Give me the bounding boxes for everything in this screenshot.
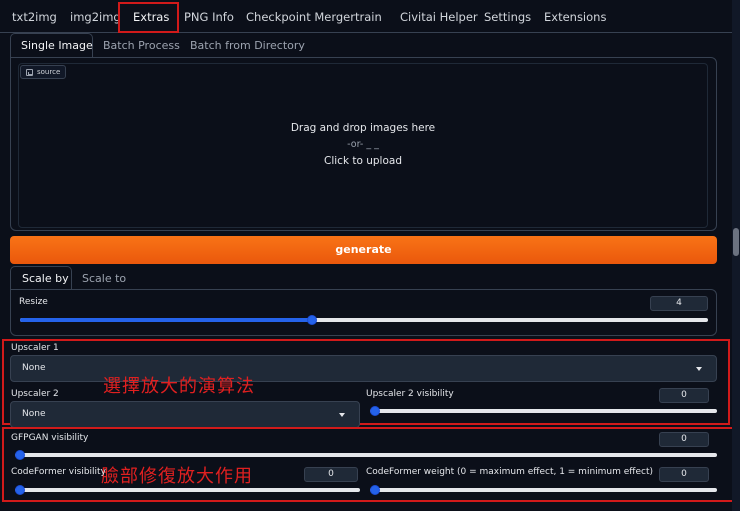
resize-label: Resize [19, 297, 48, 307]
chevron-down-icon [339, 413, 345, 417]
chevron-down-icon [696, 367, 702, 371]
gfpgan-slider[interactable] [15, 450, 717, 460]
codeformer-slider[interactable] [15, 485, 360, 495]
upscaler2-visibility-slider-thumb[interactable] [370, 406, 380, 416]
tab-extensions[interactable]: Extensions [544, 10, 606, 24]
extras-tab-highlight [118, 2, 179, 33]
source-label-text: source [37, 68, 61, 76]
tab-scale-to[interactable]: Scale to [82, 272, 126, 285]
codeformer-weight-slider[interactable] [370, 485, 717, 495]
source-label: source [20, 65, 67, 79]
tab-train[interactable]: train [355, 10, 382, 24]
tab-civitai-helper[interactable]: Civitai Helper [400, 10, 478, 24]
scale-by-panel [10, 289, 717, 336]
image-icon [26, 68, 33, 76]
page-scrollbar-thumb[interactable] [733, 228, 739, 256]
codeformer-weight-slider-thumb[interactable] [370, 485, 380, 495]
upscaler-annotation: 選擇放大的演算法 [103, 376, 255, 397]
subtab-single-image[interactable]: Single Image [21, 39, 93, 52]
generate-button[interactable]: generate [10, 236, 717, 264]
upscaler2-visibility-input[interactable]: 0 [659, 388, 709, 403]
tab-img2img[interactable]: img2img [70, 10, 121, 24]
drop-text: Drag and drop images here [290, 122, 436, 134]
tab-png-info[interactable]: PNG Info [184, 10, 234, 24]
tab-txt2img[interactable]: txt2img [12, 10, 57, 24]
tab-checkpoint-merger[interactable]: Checkpoint Merger [246, 10, 355, 24]
gfpgan-input[interactable]: 0 [659, 432, 709, 447]
or-text: -or- _ _ [347, 139, 379, 150]
upscaler1-value: None [22, 363, 46, 373]
resize-slider-fill [20, 318, 313, 322]
codeformer-input[interactable]: 0 [304, 467, 358, 482]
upscaler2-visibility-slider[interactable] [370, 406, 717, 416]
resize-slider[interactable] [20, 315, 708, 325]
gfpgan-label: GFPGAN visibility [11, 433, 89, 443]
gfpgan-slider-thumb[interactable] [15, 450, 25, 460]
resize-input[interactable]: 4 [650, 296, 708, 311]
upscaler2-select[interactable]: None [10, 401, 360, 428]
click-to-upload[interactable]: Click to upload [18, 155, 708, 167]
upscaler2-label: Upscaler 2 [11, 389, 59, 399]
upscaler1-label: Upscaler 1 [11, 343, 59, 353]
tab-scale-by[interactable]: Scale by [22, 272, 69, 285]
face-restore-annotation: 臉部修復放大作用 [101, 466, 253, 487]
upscaler2-visibility-label: Upscaler 2 visibility [366, 389, 454, 399]
codeformer-slider-thumb[interactable] [15, 485, 25, 495]
codeformer-weight-label: CodeFormer weight (0 = maximum effect, 1… [366, 467, 654, 477]
subtab-batch-from-directory[interactable]: Batch from Directory [190, 39, 305, 52]
upscaler2-value: None [22, 409, 46, 419]
codeformer-weight-input[interactable]: 0 [659, 467, 709, 482]
subtab-batch-process[interactable]: Batch Process [103, 39, 180, 52]
codeformer-label: CodeFormer visibility [11, 467, 106, 477]
tab-settings[interactable]: Settings [484, 10, 531, 24]
